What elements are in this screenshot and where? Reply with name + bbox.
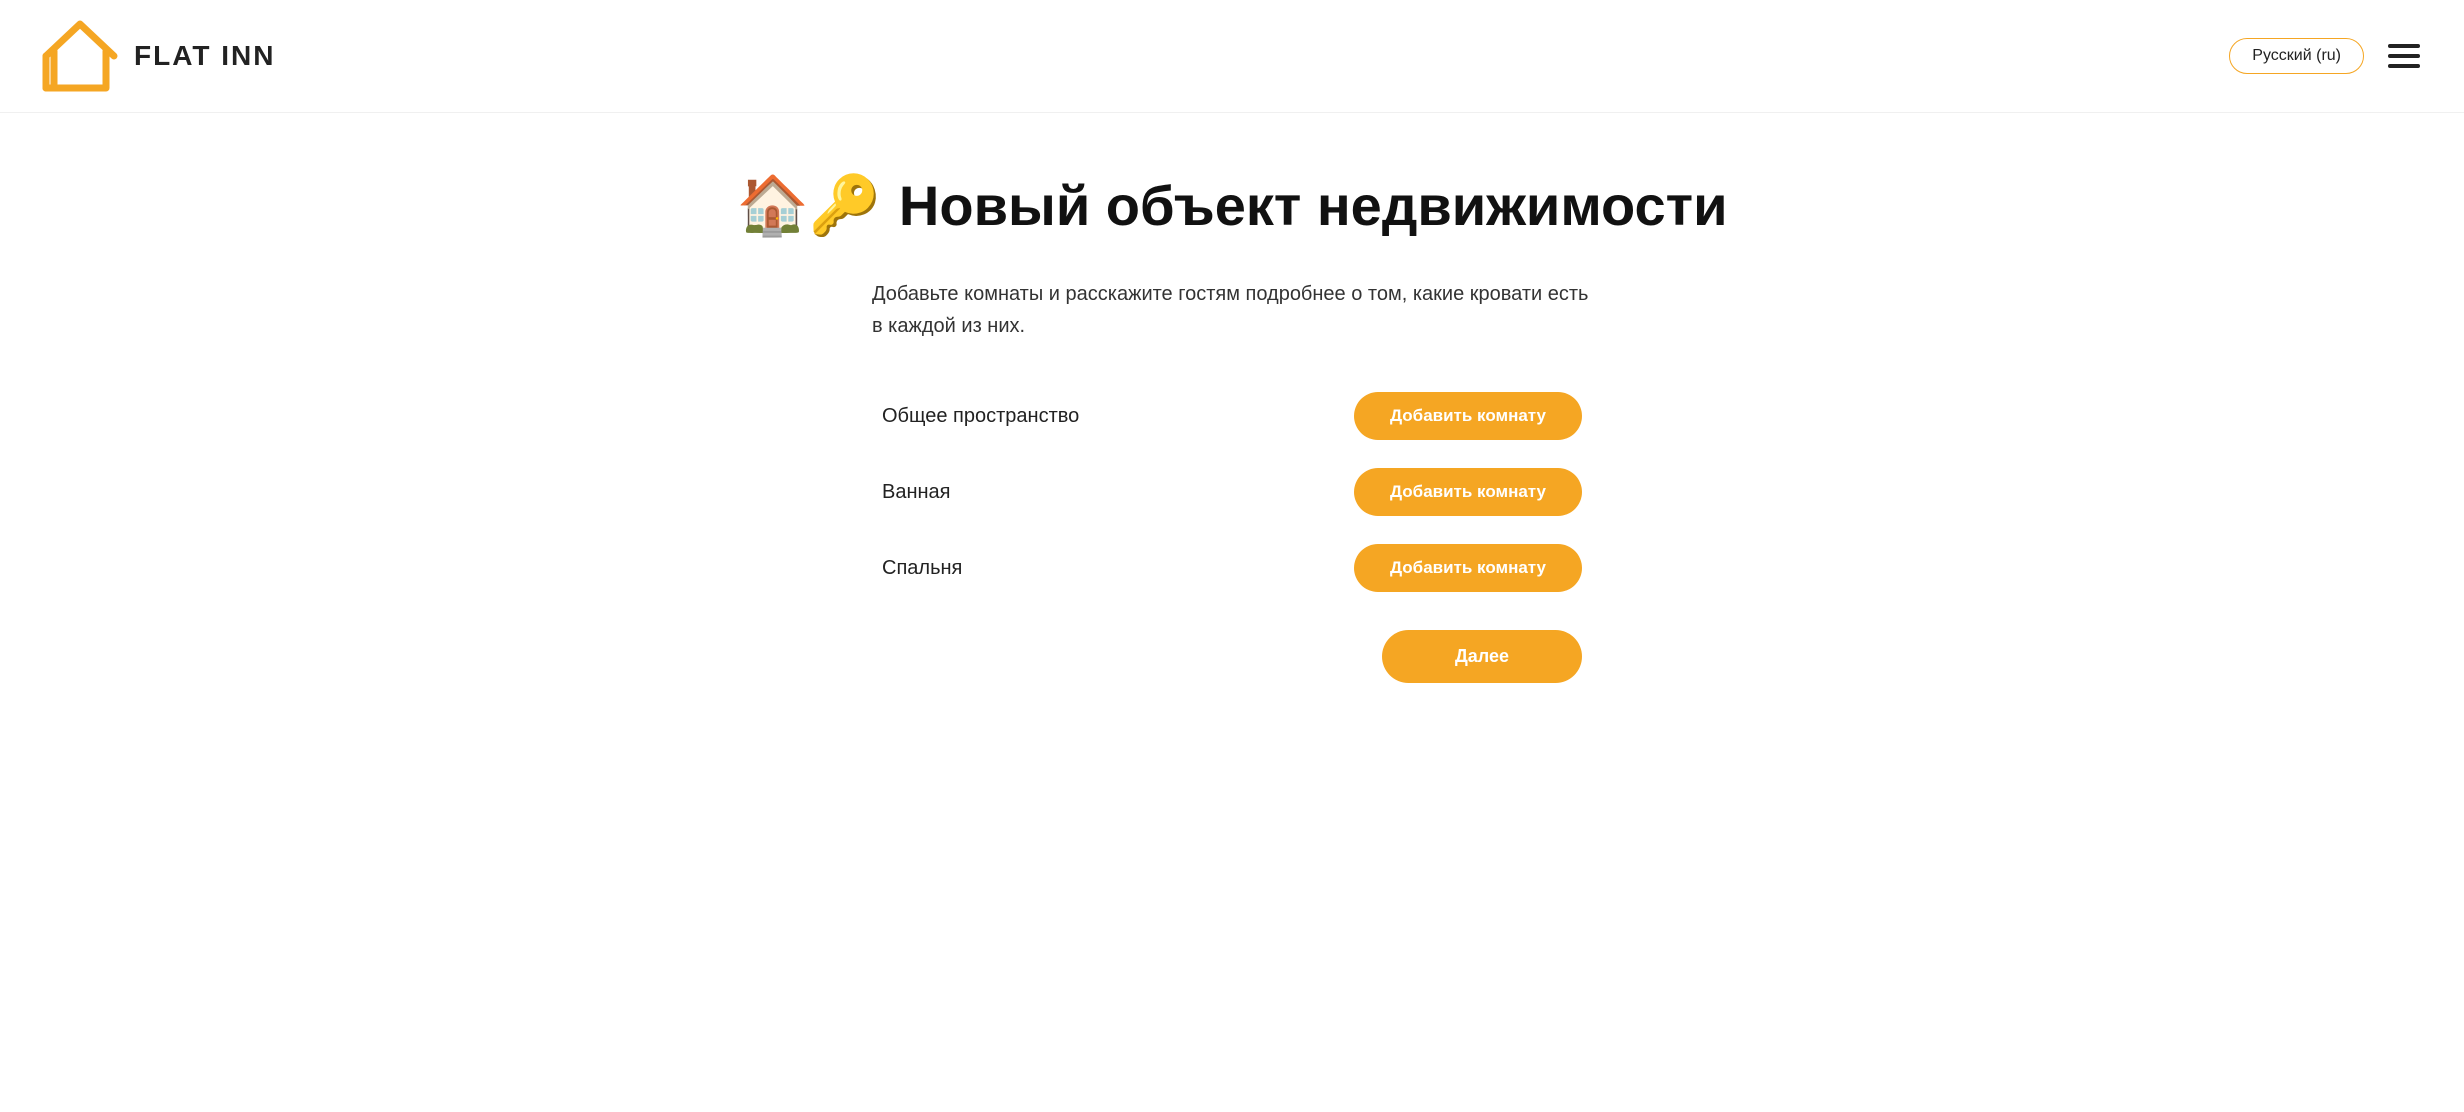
- header: FLAT INN Русский (ru): [0, 0, 2464, 113]
- language-button[interactable]: Русский (ru): [2229, 38, 2364, 74]
- add-room-button-bathroom[interactable]: Добавить комнату: [1354, 468, 1582, 516]
- room-label-common: Общее пространство: [882, 405, 1082, 428]
- hamburger-line-1: [2388, 44, 2420, 48]
- next-btn-area: Далее: [882, 630, 1582, 683]
- add-room-button-common[interactable]: Добавить комнату: [1354, 392, 1582, 440]
- rooms-section: Общее пространство Добавить комнату Ванн…: [882, 392, 1582, 683]
- house-logo-icon: [40, 16, 120, 96]
- room-label-bedroom: Спальня: [882, 557, 1082, 580]
- room-label-bathroom: Ванная: [882, 481, 1082, 504]
- logo[interactable]: FLAT INN: [40, 16, 275, 96]
- page-title: Новый объект недвижимости: [899, 173, 1728, 238]
- room-row-bathroom: Ванная Добавить комнату: [882, 468, 1582, 516]
- room-row-bedroom: Спальня Добавить комнату: [882, 544, 1582, 592]
- next-button[interactable]: Далее: [1382, 630, 1582, 683]
- room-row-common: Общее пространство Добавить комнату: [882, 392, 1582, 440]
- main-content: 🏠🔑 Новый объект недвижимости Добавьте ко…: [0, 113, 2464, 763]
- hamburger-menu-button[interactable]: [2384, 40, 2424, 72]
- add-room-button-bedroom[interactable]: Добавить комнату: [1354, 544, 1582, 592]
- header-right: Русский (ru): [2229, 38, 2424, 74]
- hamburger-line-3: [2388, 64, 2420, 68]
- hamburger-line-2: [2388, 54, 2420, 58]
- page-description: Добавьте комнаты и расскажите гостям под…: [872, 278, 1592, 342]
- logo-text: FLAT INN: [134, 40, 275, 72]
- page-title-area: 🏠🔑 Новый объект недвижимости: [736, 173, 1727, 238]
- house-key-icon: 🏠🔑: [736, 177, 880, 235]
